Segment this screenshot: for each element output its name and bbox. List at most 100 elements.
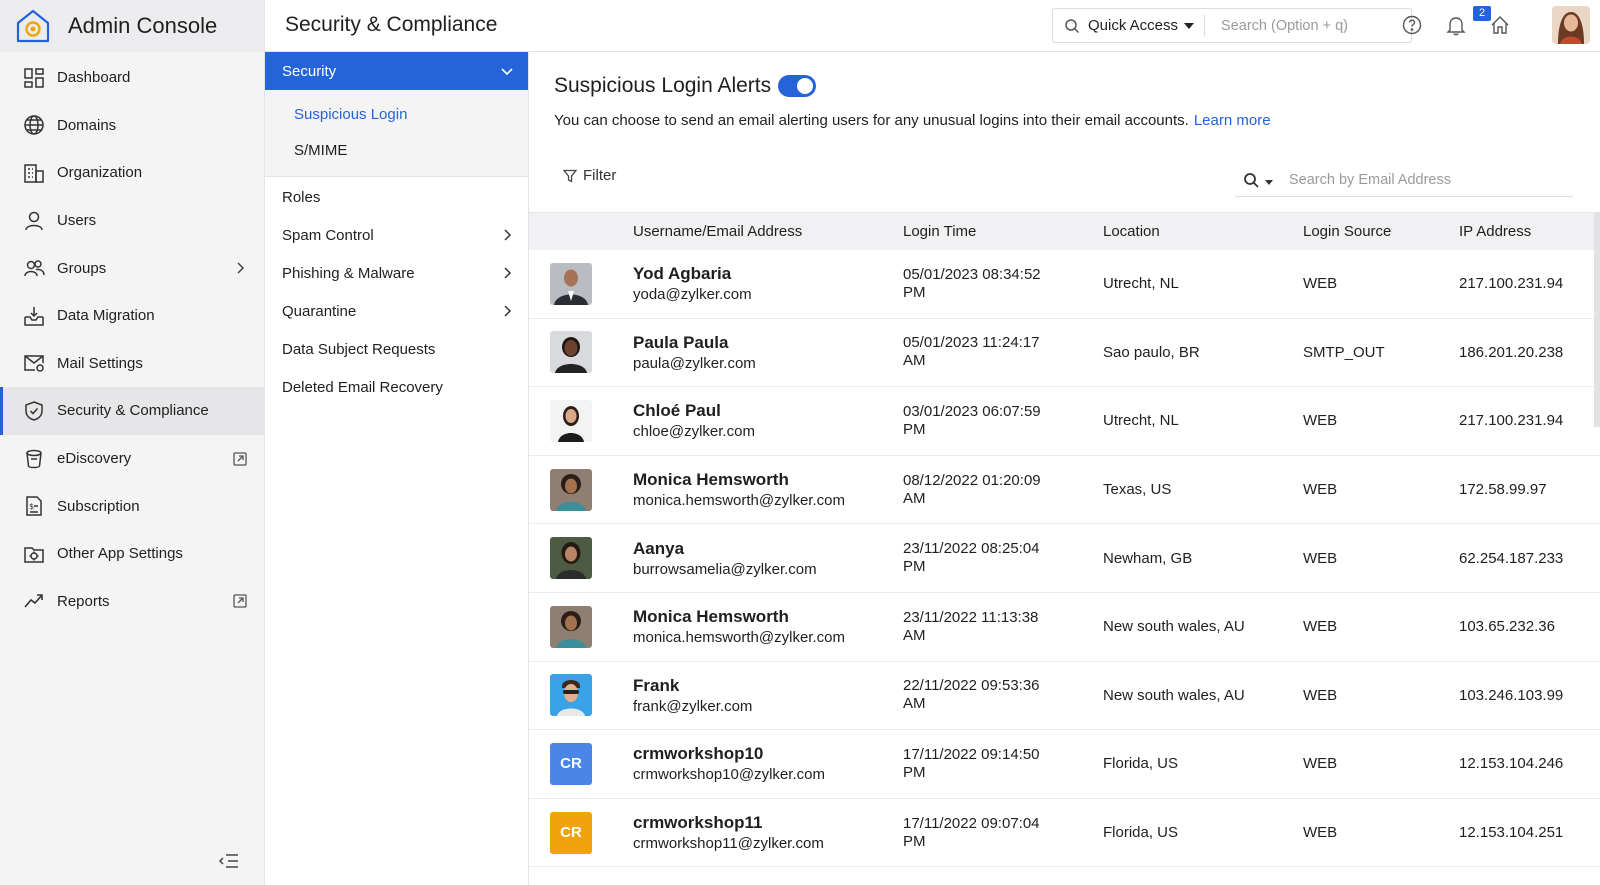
avatar — [550, 331, 592, 374]
quick-access-dropdown[interactable]: Quick Access — [1088, 15, 1206, 36]
ip-address: 172.58.99.97 — [1459, 481, 1547, 499]
user-name: crmworkshop10 — [633, 744, 764, 764]
nav-label: Data Migration — [57, 307, 155, 325]
user-name: crmworkshop11 — [633, 813, 763, 833]
login-source: WEB — [1303, 412, 1338, 430]
nav-label: Mail Settings — [57, 354, 143, 372]
nav-item-mail-settings[interactable]: Mail Settings — [0, 340, 264, 388]
user-name: Monica Hemsworth — [633, 470, 789, 490]
subnav-item-deleted-email-recovery[interactable]: Deleted Email Recovery — [265, 368, 528, 406]
login-source: WEB — [1303, 824, 1338, 842]
nav-item-reports[interactable]: Reports — [0, 578, 264, 626]
global-search-input[interactable] — [1205, 17, 1406, 34]
user-name: Frank — [633, 675, 680, 695]
table-row[interactable]: Frank frank@zylker.com 22/11/2022 09:53:3… — [529, 662, 1600, 731]
nav-item-other-app-settings[interactable]: Other App Settings — [0, 530, 264, 578]
email-search-input[interactable] — [1289, 172, 1549, 188]
collapse-sidebar-icon[interactable] — [218, 852, 240, 870]
login-source: SMTP_OUT — [1303, 343, 1385, 361]
login-source: WEB — [1303, 686, 1338, 704]
suspicious-login-toggle[interactable] — [778, 75, 817, 97]
building-icon — [22, 161, 46, 185]
search-icon[interactable] — [1243, 172, 1260, 189]
chevron-right-icon — [504, 229, 512, 241]
bell-icon[interactable] — [1445, 14, 1467, 36]
location: Florida, US — [1103, 824, 1179, 842]
location: Newham, GB — [1103, 549, 1193, 567]
avatar-initials: CR — [550, 742, 592, 785]
subnav-item-roles[interactable]: Roles — [265, 178, 528, 216]
subnav-item-spam-control[interactable]: Spam Control — [265, 216, 528, 254]
migration-icon — [22, 304, 46, 328]
nav-item-dashboard[interactable]: Dashboard — [0, 54, 264, 102]
help-icon[interactable] — [1401, 14, 1423, 36]
chevron-right-icon — [237, 262, 245, 274]
globe-icon — [22, 113, 46, 137]
section-title: Suspicious Login Alerts — [554, 74, 772, 97]
subnav-item-phishing-malware[interactable]: Phishing & Malware — [265, 254, 528, 292]
user-name: Chloé Paul — [633, 401, 721, 421]
security-subnav: Security Suspicious Login S/MIME Roles S… — [265, 52, 529, 885]
table-row[interactable]: Monica Hemsworth monica.hemsworth@zylker.… — [529, 456, 1600, 525]
nav-item-users[interactable]: Users — [0, 197, 264, 245]
ip-address: 217.100.231.94 — [1459, 275, 1564, 293]
nav-label: Reports — [57, 592, 110, 610]
nav-item-data-migration[interactable]: Data Migration — [0, 292, 264, 340]
nav-label: Organization — [57, 164, 143, 182]
subnav-item-suspicious-login[interactable]: Suspicious Login — [265, 97, 528, 133]
brand-header: Admin Console — [0, 0, 264, 52]
nav-item-ediscovery[interactable]: eDiscovery — [0, 435, 264, 483]
nav-item-domains[interactable]: Domains — [0, 102, 264, 150]
profile-avatar[interactable] — [1552, 6, 1590, 44]
shield-icon — [22, 399, 46, 423]
subnav-section-security[interactable]: Security — [265, 52, 528, 90]
external-link-icon — [233, 451, 247, 466]
table-row[interactable]: Aanya burrowsamelia@zylker.com 23/11/2022… — [529, 524, 1600, 593]
subnav-item-label: Deleted Email Recovery — [282, 378, 443, 396]
global-search[interactable]: Quick Access — [1052, 8, 1412, 43]
user-name: Monica Hemsworth — [633, 607, 789, 627]
mail-settings-icon — [22, 351, 46, 375]
nav-item-security-compliance[interactable]: Security & Compliance — [0, 387, 264, 435]
table-row[interactable]: CR crmworkshop11 crmworkshop11@zylker.com… — [529, 799, 1600, 868]
nav-item-organization[interactable]: Organization — [0, 149, 264, 197]
learn-more-link[interactable]: Learn more — [1194, 112, 1271, 129]
dashboard-icon — [22, 66, 46, 90]
chevron-right-icon — [504, 305, 512, 317]
subnav-item-quarantine[interactable]: Quarantine — [265, 292, 528, 330]
table-scrollbar[interactable] — [1594, 212, 1600, 427]
nav-item-subscription[interactable]: $ Subscription — [0, 482, 264, 530]
subnav-item-label: S/MIME — [294, 141, 348, 159]
login-source: WEB — [1303, 275, 1338, 293]
subnav-item-data-subject-requests[interactable]: Data Subject Requests — [265, 330, 528, 368]
caret-down-icon[interactable] — [1265, 179, 1273, 185]
subnav-item-label: Phishing & Malware — [282, 264, 415, 282]
login-time: 22/11/2022 09:53:36 AM — [903, 677, 1040, 713]
nav-item-groups[interactable]: Groups — [0, 244, 264, 292]
avatar — [550, 674, 592, 717]
login-time: 17/11/2022 09:07:04 PM — [903, 814, 1040, 850]
login-time: 23/11/2022 08:25:04 PM — [903, 540, 1040, 576]
external-link-icon — [233, 594, 247, 608]
home-icon[interactable] — [1489, 14, 1511, 36]
quick-access-label: Quick Access — [1088, 17, 1179, 34]
login-time: 03/01/2023 06:07:59 PM — [903, 402, 1041, 438]
subnav-item-label: Quarantine — [282, 302, 357, 320]
table-row[interactable]: Chloé Paul chloe@zylker.com 03/01/2023 06… — [529, 387, 1600, 456]
table-row[interactable]: Yod Agbaria yoda@zylker.com 05/01/2023 08… — [529, 250, 1600, 319]
location: Florida, US — [1103, 755, 1179, 773]
table-row[interactable]: Paula Paula paula@zylker.com 05/01/2023 1… — [529, 319, 1600, 388]
email-search[interactable] — [1235, 164, 1573, 197]
user-email: frank@zylker.com — [633, 697, 753, 715]
nav-label: Domains — [57, 116, 117, 134]
table-row[interactable]: Monica Hemsworth monica.hemsworth@zylker.… — [529, 593, 1600, 662]
filter-button[interactable]: Filter — [563, 167, 616, 184]
avatar — [550, 537, 592, 580]
suspicious-login-table: Username/Email Address Login Time Locati… — [529, 212, 1600, 868]
login-time: 17/11/2022 09:14:50 PM — [903, 745, 1040, 781]
subnav-item-label: Roles — [282, 188, 321, 206]
table-row[interactable]: CR crmworkshop10 crmworkshop10@zylker.com… — [529, 730, 1600, 799]
location: New south wales, AU — [1103, 686, 1245, 704]
subnav-item-smime[interactable]: S/MIME — [265, 133, 528, 169]
login-source: WEB — [1303, 481, 1338, 499]
